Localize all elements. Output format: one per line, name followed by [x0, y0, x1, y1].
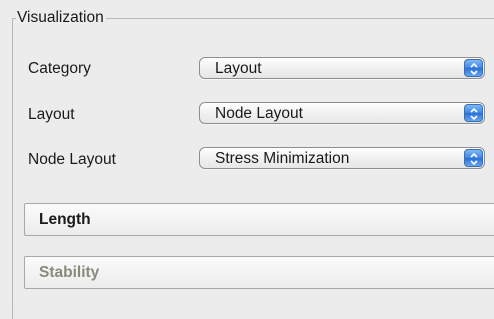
category-label: Category	[28, 60, 91, 77]
node-layout-label: Node Layout	[28, 151, 116, 168]
section-length-header[interactable]: Length	[24, 203, 494, 236]
layout-label: Layout	[28, 106, 75, 123]
layout-select-value: Node Layout	[215, 105, 303, 122]
section-stability-header[interactable]: Stability	[24, 256, 494, 289]
layout-select[interactable]: Node Layout	[199, 102, 485, 124]
section-stability-label: Stability	[39, 264, 100, 281]
node-layout-select-value: Stress Minimization	[215, 150, 350, 167]
node-layout-select[interactable]: Stress Minimization	[199, 147, 485, 169]
section-length-label: Length	[39, 211, 91, 228]
groupbox-title: Visualization	[16, 8, 106, 28]
category-select[interactable]: Layout	[199, 57, 485, 79]
visualization-panel: Visualization Category Layout Layout Nod…	[0, 0, 494, 319]
up-down-chevron-icon	[464, 104, 483, 122]
up-down-chevron-icon	[464, 59, 483, 77]
up-down-chevron-icon	[464, 149, 483, 167]
category-select-value: Layout	[215, 60, 262, 77]
